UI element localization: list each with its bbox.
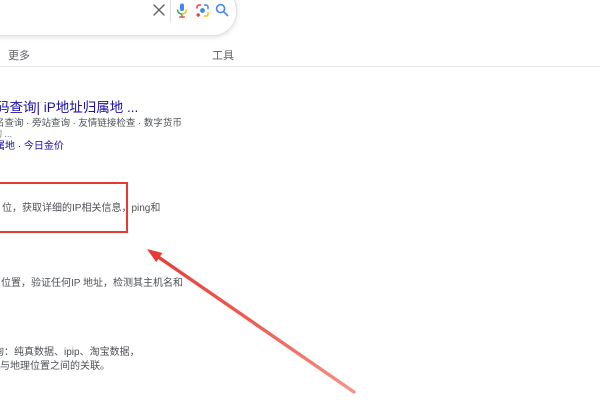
search-icon[interactable]: [214, 2, 230, 18]
toolbar-divider: [0, 66, 600, 67]
snippet-text-3-line2: 与地理位置之间的关联。: [0, 357, 110, 372]
search-bar-divider: [170, 0, 171, 22]
voice-search-icon[interactable]: [174, 2, 190, 18]
cropped-tab-fragment: ¦: [0, 48, 1, 60]
google-search-results-page: ¦ 更多 工具 码查询| iP地址归属地 ... 名查询 · 旁站查询 · 友情…: [0, 0, 600, 400]
more-menu-button[interactable]: 更多: [8, 47, 30, 63]
clear-search-icon[interactable]: [151, 2, 167, 18]
google-lens-icon[interactable]: [194, 2, 210, 18]
search-bar[interactable]: [0, 0, 237, 36]
snippet-text-2: 位置，验证任何IP 地址，检测其主机名和: [1, 274, 183, 289]
tools-button[interactable]: 工具: [212, 47, 234, 63]
highlighted-snippet-text: 位，获取详细的IP相关信息，ping和: [2, 199, 160, 214]
result-sitelinks[interactable]: 属地 · 今日金价: [0, 137, 64, 152]
result-title-link[interactable]: 码查询| iP地址归属地 ...: [0, 96, 138, 116]
result-snippet: 名查询 · 旁站查询 · 友情链接检查 · 数字货币: [0, 115, 182, 129]
snippet-text-3-line1: 询：纯真数据、ipip、淘宝数据，: [0, 343, 140, 358]
